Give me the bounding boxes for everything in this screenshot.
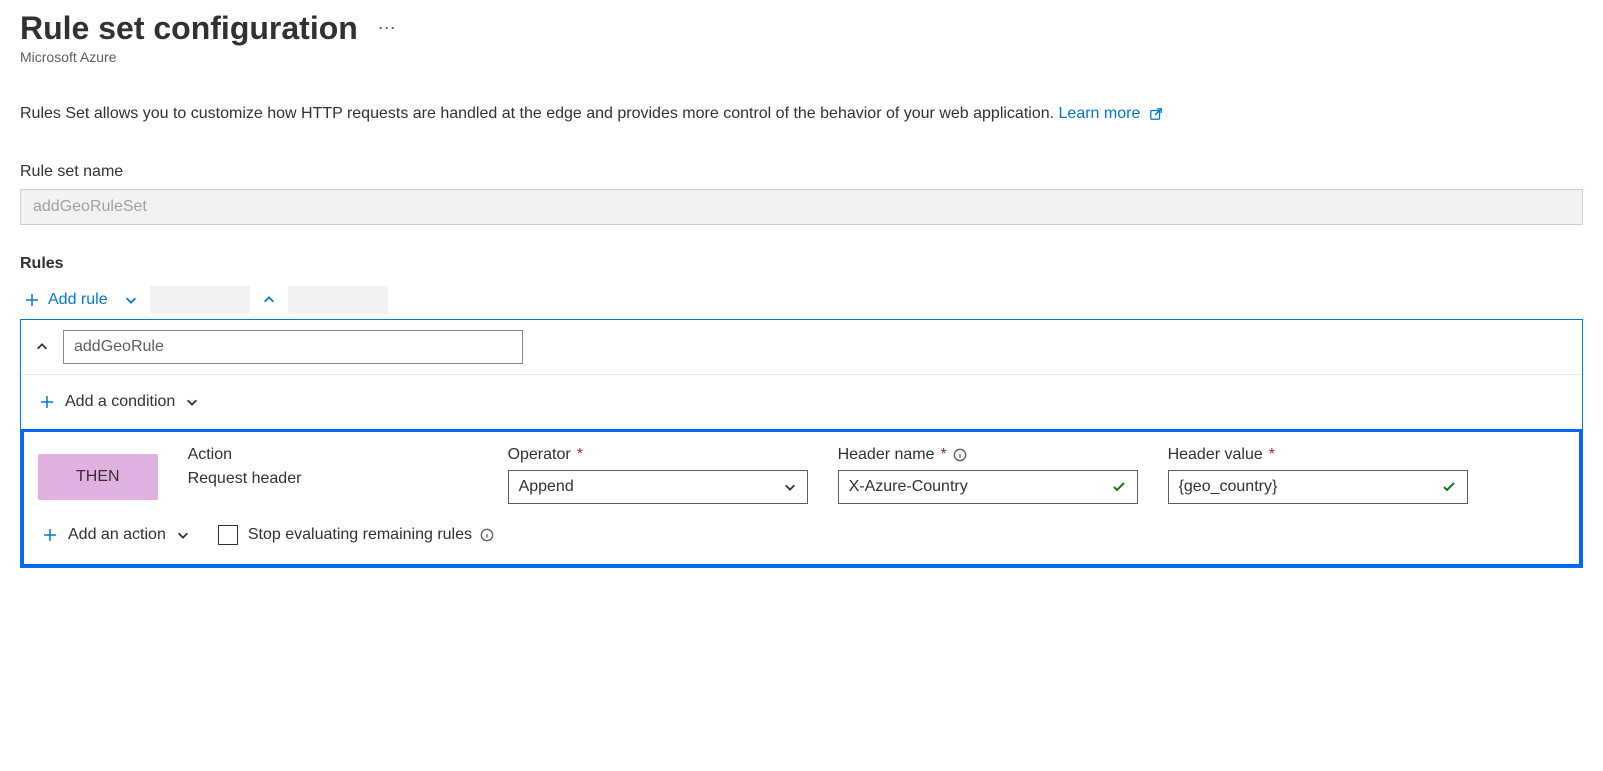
subtitle: Microsoft Azure xyxy=(20,49,1583,65)
action-value: Request header xyxy=(188,470,478,488)
rule-condition-row: Add a condition xyxy=(21,375,1582,429)
info-icon[interactable] xyxy=(480,528,494,542)
operator-dropdown[interactable]: Append xyxy=(508,470,808,504)
add-rule-button[interactable]: Add rule xyxy=(20,285,112,315)
header-value-label: Header value * xyxy=(1168,446,1468,464)
add-action-button[interactable]: Add an action xyxy=(38,522,194,548)
required-indicator: * xyxy=(577,446,583,464)
rule-name-input[interactable] xyxy=(63,330,523,364)
more-icon[interactable]: ⋯ xyxy=(378,18,398,39)
header-name-label: Header name * xyxy=(838,446,1138,464)
chevron-down-icon xyxy=(185,395,199,409)
toolbar-placeholder-1 xyxy=(150,286,250,314)
rule-set-name-input xyxy=(20,189,1583,225)
learn-more-link[interactable]: Learn more xyxy=(1059,105,1163,122)
required-indicator: * xyxy=(941,446,947,464)
chevron-up-icon[interactable] xyxy=(262,293,276,307)
rules-section-label: Rules xyxy=(20,255,1583,273)
collapse-rule-icon[interactable] xyxy=(35,340,49,354)
rule-card: Add a condition THEN Action Request head… xyxy=(20,319,1583,568)
then-badge: THEN xyxy=(38,454,158,500)
action-label: Action xyxy=(188,446,478,464)
header-value-input[interactable]: {geo_country} xyxy=(1168,470,1468,504)
description: Rules Set allows you to customize how HT… xyxy=(20,105,1583,123)
rule-header xyxy=(21,320,1582,375)
action-block: THEN Action Request header Operator * Ap… xyxy=(21,429,1582,567)
add-condition-button[interactable]: Add a condition xyxy=(35,389,203,415)
toolbar-placeholder-2 xyxy=(288,286,388,314)
rule-set-name-label: Rule set name xyxy=(20,163,1583,181)
page-title: Rule set configuration xyxy=(20,10,358,47)
check-icon xyxy=(1441,479,1457,495)
check-icon xyxy=(1111,479,1127,495)
chevron-down-icon xyxy=(176,528,190,542)
operator-label: Operator * xyxy=(508,446,808,464)
description-text: Rules Set allows you to customize how HT… xyxy=(20,105,1059,122)
external-link-icon xyxy=(1149,107,1163,121)
stop-evaluating-label: Stop evaluating remaining rules xyxy=(248,526,494,544)
header-name-input[interactable]: X-Azure-Country xyxy=(838,470,1138,504)
chevron-down-icon[interactable] xyxy=(124,293,138,307)
plus-icon xyxy=(39,394,55,410)
info-icon[interactable] xyxy=(953,448,967,462)
plus-icon xyxy=(24,292,40,308)
chevron-down-icon xyxy=(783,480,797,494)
required-indicator: * xyxy=(1269,446,1275,464)
plus-icon xyxy=(42,527,58,543)
stop-evaluating-checkbox[interactable] xyxy=(218,525,238,545)
